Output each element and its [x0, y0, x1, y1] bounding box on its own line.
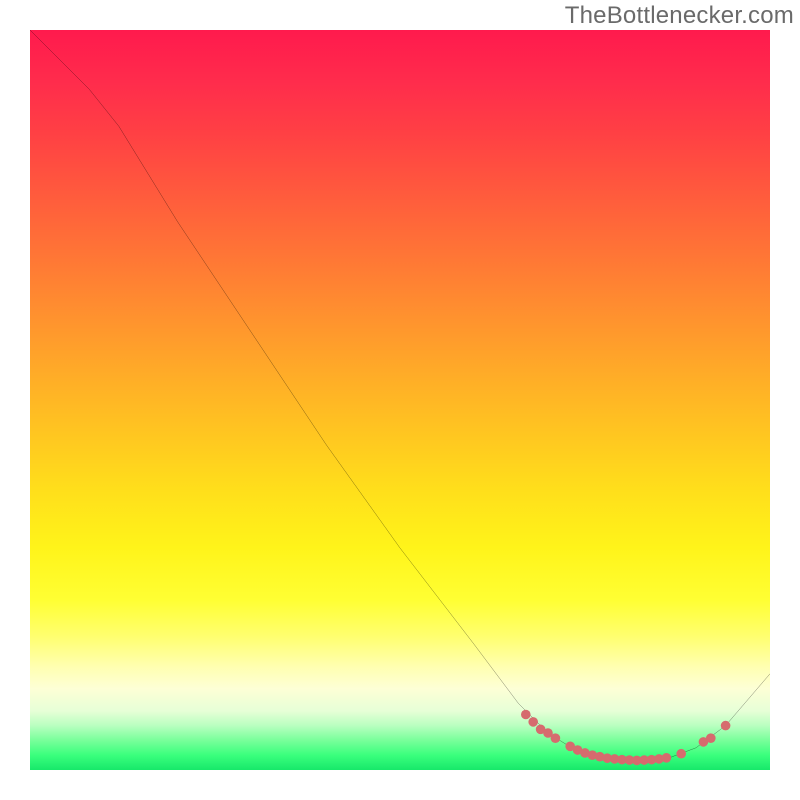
plot-svg: [30, 30, 770, 770]
highlight-point: [721, 721, 731, 731]
watermark-text: TheBottlenecker.com: [565, 2, 794, 30]
highlight-point: [528, 717, 538, 727]
bottleneck-curve: [30, 30, 770, 760]
highlight-point: [521, 710, 531, 720]
chart-canvas: TheBottlenecker.com: [0, 0, 800, 800]
highlight-point: [551, 733, 561, 743]
highlight-point: [706, 733, 716, 743]
highlight-point: [662, 753, 672, 763]
highlight-point: [676, 749, 686, 759]
highlight-points: [521, 710, 730, 766]
